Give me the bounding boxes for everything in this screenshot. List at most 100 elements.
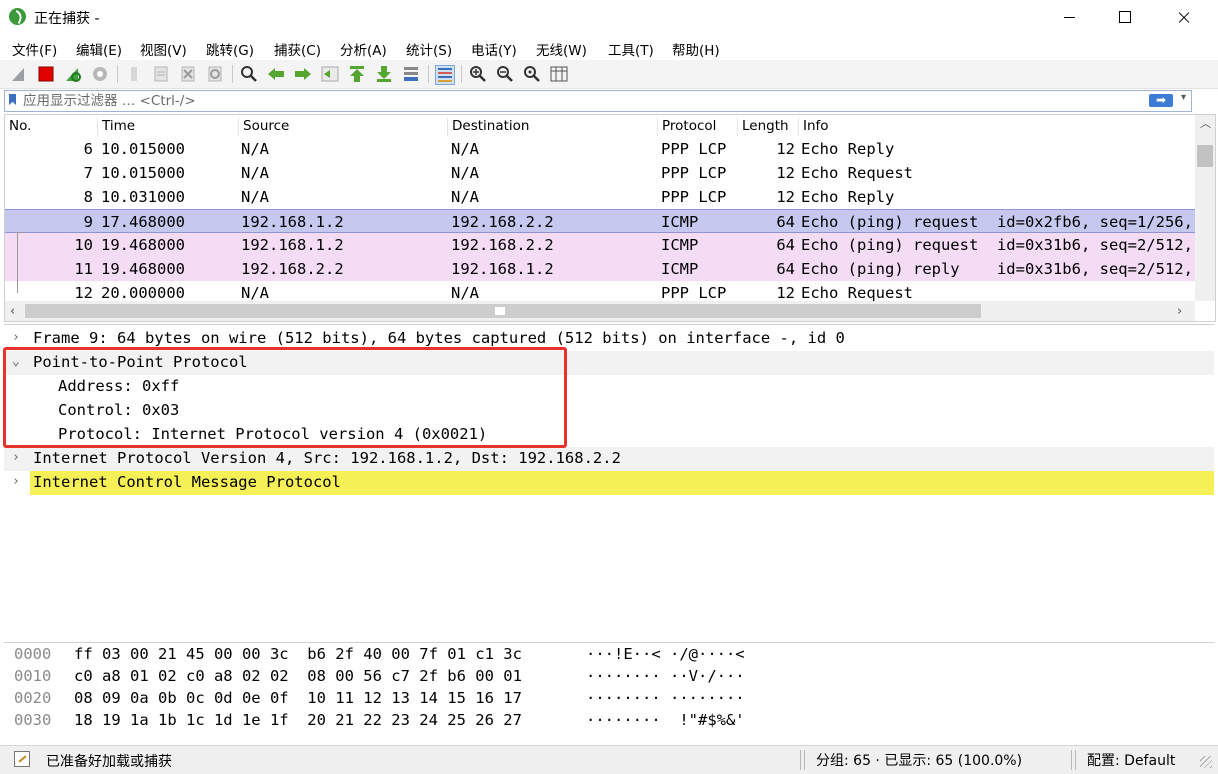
hex-bytes: c0 a8 01 02 c0 a8 02 02 08 00 56 c7 2f b… (74, 667, 522, 685)
scrollbar-thumb[interactable] (1197, 145, 1213, 167)
packet-protocol: ICMP (661, 236, 699, 254)
menu-view[interactable]: 视图(V) (140, 39, 187, 59)
tree-item[interactable]: › Internet Protocol Version 4, Src: 192.1… (4, 447, 1214, 471)
title-bar: 正在捕获 - (0, 0, 1218, 34)
maximize-icon[interactable] (1096, 0, 1154, 34)
packet-list-horizontal-scrollbar[interactable]: ‹ › (5, 301, 1195, 321)
save-file-icon[interactable] (152, 65, 170, 83)
open-file-icon[interactable] (125, 65, 143, 83)
hex-offset: 0010 (14, 667, 52, 685)
packet-row[interactable]: 11 19.468000 192.168.2.2 192.168.1.2 ICMP 64 E… (5, 257, 1215, 281)
menu-help[interactable]: 帮助(H) (672, 39, 720, 59)
tree-item-label: Frame 9: 64 bytes on wire (512 bits), 64… (33, 329, 845, 347)
go-last-icon[interactable] (375, 65, 393, 83)
capture-options-icon[interactable] (91, 65, 109, 83)
scroll-up-icon[interactable]: ︿ (1200, 115, 1211, 131)
reload-file-icon[interactable] (206, 65, 224, 83)
expert-info-icon[interactable] (14, 751, 30, 767)
column-header-protocol[interactable]: Protocol (657, 118, 716, 136)
close-file-icon[interactable] (179, 65, 197, 83)
restart-capture-icon[interactable] (64, 65, 82, 83)
zoom-normal-icon[interactable] (523, 65, 541, 83)
chevron-right-icon[interactable]: › (12, 450, 20, 465)
menu-edit[interactable]: 编辑(E) (76, 39, 122, 59)
window-title: 正在捕获 - (34, 11, 100, 27)
stop-capture-icon[interactable] (37, 65, 55, 83)
tree-item[interactable]: › Frame 9: 64 bytes on wire (512 bits), 6… (4, 327, 1214, 351)
packet-row[interactable]: 10 19.468000 192.168.1.2 192.168.2.2 ICMP 64 E… (5, 233, 1215, 257)
packet-length: 12 (776, 140, 795, 158)
go-back-icon[interactable] (267, 65, 285, 83)
main-toolbar (0, 60, 1218, 89)
packet-source: N/A (241, 284, 269, 302)
column-header-destination[interactable]: Destination (447, 118, 529, 136)
tree-item[interactable]: Protocol: Internet Protocol version 4 (0… (4, 423, 1214, 447)
packet-protocol: PPP LCP (661, 164, 727, 182)
shark-fin-start-icon[interactable] (10, 65, 28, 83)
tree-item[interactable]: › Internet Control Message Protocol (12, 471, 1214, 495)
profile-indicator[interactable]: 配置: Default (1087, 750, 1175, 770)
packet-protocol: PPP LCP (661, 140, 727, 158)
hex-bytes: ff 03 00 21 45 00 00 3c b6 2f 40 00 7f 0… (74, 645, 522, 663)
packet-bytes-pane: 0000 ff 03 00 21 45 00 00 3c b6 2f 40 00 … (4, 642, 1214, 743)
menu-capture[interactable]: 捕获(C) (274, 39, 321, 59)
packet-list-vertical-scrollbar[interactable]: ︿ (1195, 115, 1215, 301)
minimize-icon[interactable] (1040, 0, 1098, 34)
related-packet-indicator (17, 232, 24, 293)
scroll-left-icon[interactable]: ‹ (10, 304, 15, 319)
display-filter-input[interactable] (23, 91, 1123, 111)
chevron-right-icon[interactable]: › (12, 474, 20, 489)
column-header-time[interactable]: Time (97, 118, 135, 136)
menu-tools[interactable]: 工具(T) (608, 39, 654, 59)
go-to-packet-icon[interactable] (321, 65, 339, 83)
go-first-icon[interactable] (348, 65, 366, 83)
column-header-source[interactable]: Source (238, 118, 289, 136)
packet-info: Echo Request (801, 284, 913, 302)
resize-grip[interactable] (1200, 756, 1212, 768)
packet-time: 10.015000 (101, 140, 185, 158)
packet-row[interactable]: 8 10.031000 N/A N/A PPP LCP 12 Echo Reply (5, 185, 1195, 209)
go-forward-icon[interactable] (294, 65, 312, 83)
packet-destination: N/A (451, 140, 479, 158)
packet-row[interactable]: 7 10.015000 N/A N/A PPP LCP 12 Echo Request (5, 161, 1195, 185)
menu-analyze[interactable]: 分析(A) (340, 39, 387, 59)
chevron-down-icon[interactable]: ⌄ (12, 354, 20, 369)
packet-destination: 192.168.2.2 (451, 213, 554, 231)
packet-source: N/A (241, 188, 269, 206)
packet-row[interactable]: 6 10.015000 N/A N/A PPP LCP 12 Echo Reply (5, 137, 1195, 161)
menu-file[interactable]: 文件(F) (12, 39, 57, 59)
column-header-length[interactable]: Length (737, 118, 789, 136)
packet-destination: 192.168.2.2 (451, 236, 554, 254)
menu-wireless[interactable]: 无线(W) (536, 39, 587, 59)
hex-ascii: ········ !"#$%&' (586, 711, 745, 729)
zoom-in-icon[interactable] (469, 65, 487, 83)
column-header-info[interactable]: Info (798, 118, 829, 136)
menu-statistics[interactable]: 统计(S) (406, 39, 452, 59)
packet-destination: 192.168.1.2 (451, 260, 554, 278)
find-packet-icon[interactable] (240, 65, 258, 83)
auto-scroll-icon[interactable] (402, 65, 420, 83)
chevron-down-icon[interactable]: ▾ (1181, 92, 1186, 103)
zoom-out-icon[interactable] (496, 65, 514, 83)
close-icon[interactable] (1154, 0, 1212, 34)
packet-time: 17.468000 (101, 213, 185, 231)
packet-number: 6 (83, 140, 93, 158)
packet-time: 10.031000 (101, 188, 185, 206)
packet-row[interactable]: 9 17.468000 192.168.1.2 192.168.2.2 ICMP 64 Ec… (5, 209, 1215, 233)
packet-source: N/A (241, 140, 269, 158)
display-filter-bar: ➡ ▾ (4, 90, 1192, 112)
bookmark-icon[interactable] (9, 94, 16, 105)
column-header-no[interactable]: No. (5, 118, 31, 136)
menu-go[interactable]: 跳转(G) (206, 39, 254, 59)
tree-item[interactable]: Address: 0xff (4, 375, 1214, 399)
tree-item[interactable]: Control: 0x03 (4, 399, 1214, 423)
tree-item[interactable]: ⌄ Point-to-Point Protocol (4, 351, 1214, 375)
scrollbar-thumb[interactable] (25, 304, 981, 318)
scroll-right-icon[interactable]: › (1177, 304, 1182, 319)
wireshark-logo-icon (9, 8, 26, 25)
resize-columns-icon[interactable] (550, 65, 568, 83)
menu-telephony[interactable]: 电话(Y) (471, 39, 517, 59)
apply-filter-arrow-icon[interactable]: ➡ (1149, 94, 1173, 107)
chevron-right-icon[interactable]: › (12, 330, 20, 345)
colorize-icon[interactable] (435, 65, 455, 85)
